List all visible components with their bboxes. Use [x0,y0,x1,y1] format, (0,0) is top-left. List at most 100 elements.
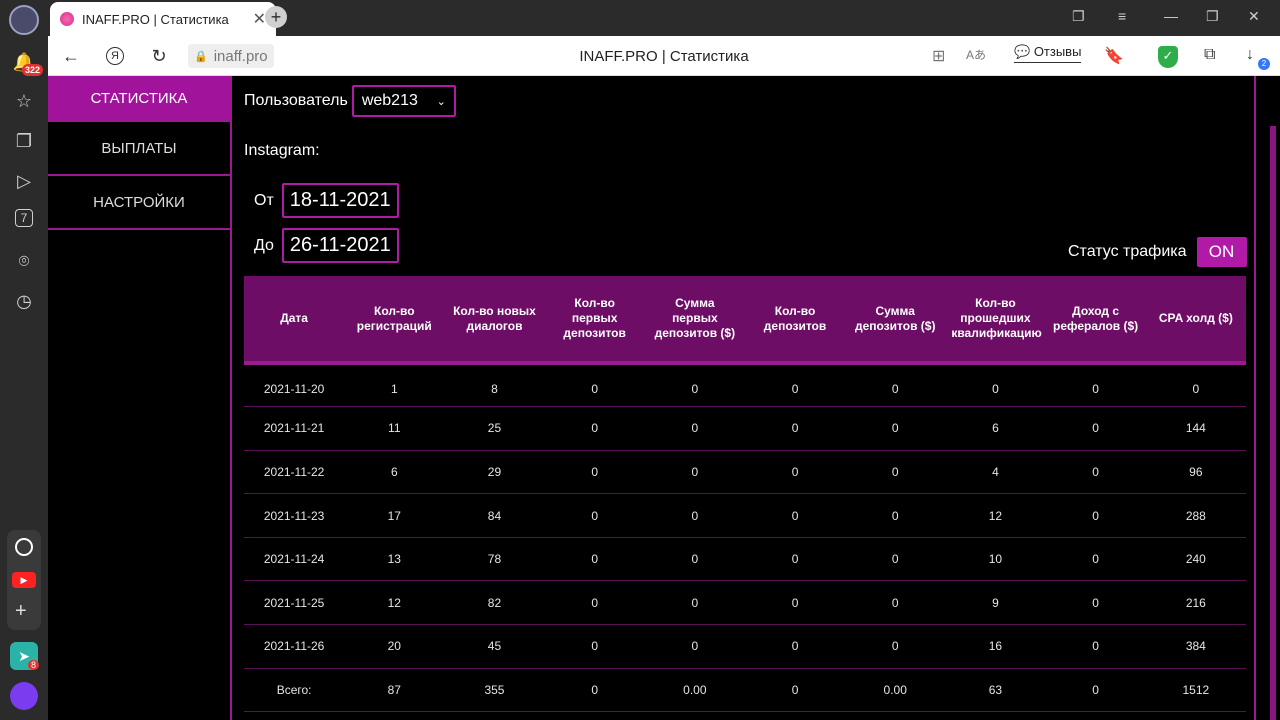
table-cell: Всего: [276,682,312,697]
column-header: Кол-во депозитов [744,276,846,365]
translate-icon[interactable]: ⊞ [932,46,945,66]
table-cell: 0 [591,552,598,567]
column-header: Доход с рефералов ($) [1045,276,1146,365]
table-cell: 0 [691,381,699,396]
table-cell: 12 [387,595,401,610]
profile-avatar[interactable] [9,5,39,35]
table-cell: 0 [891,381,899,396]
tab-title: INAFF.PRO | Статистика [82,11,229,27]
column-header: Сумма депозитов ($) [845,276,946,365]
traffic-status: Статус трафика ON [1068,237,1247,267]
table-cell: 384 [1185,639,1206,654]
reviews-link[interactable]: 💬 Отзывы [1014,44,1082,63]
totals-row: Всего: 87 355 0 0.00 0 0.00 63 0 1512 [244,668,1246,712]
table-cell: 6 [390,464,398,479]
minimize-icon[interactable]: — [1164,8,1178,24]
table-cell: 29 [487,464,502,479]
back-icon[interactable]: ← [60,45,82,67]
address-bar: INAFF.PRO | Статистика ← Я ↻ 🔒 inaff.pro… [48,36,1280,76]
table-cell: 2021-11-22 [263,464,325,479]
table-cell: 0 [1092,508,1099,523]
menu-icon[interactable]: ≡ [1118,8,1126,24]
table-cell: 2021-11-25 [263,595,325,610]
table-cell: 0 [691,464,699,479]
shield-icon[interactable]: ✓ [1158,46,1178,68]
traffic-toggle[interactable]: ON [1196,237,1247,267]
close-icon[interactable]: ✕ [253,9,266,29]
to-date-row: До 26-11-2021 [254,228,399,263]
column-header: CPA холд ($) [1145,276,1246,365]
column-header: Сумма первых депозитов ($) [644,276,745,365]
to-date-input[interactable]: 26-11-2021 [281,228,399,263]
column-header: Кол-во прошедших квалификацию [945,276,1046,365]
menu-item-payouts[interactable]: ВЫПЛАТЫ [48,122,230,176]
table-cell: 45 [487,639,502,654]
download-icon[interactable]: ↓ [1246,46,1254,64]
reviews-label: Отзывы [1033,44,1082,59]
reload-icon[interactable]: ↻ [148,45,170,67]
tabs-icon[interactable]: ❐ [1072,8,1085,25]
table-cell: 6 [992,421,999,436]
screenshot-icon[interactable]: ⌾ [12,249,36,273]
yandex-icon[interactable]: Я [106,47,124,65]
table-row: 2021-11-21 11 25 0 0 0 0 6 0 144 [244,407,1246,451]
table-cell: 0 [891,464,899,479]
table-cell: 0 [1192,381,1200,396]
table-cell: 2021-11-24 [263,552,325,567]
user-label: Пользователь [244,92,348,109]
table-cell: 240 [1185,552,1206,567]
table-row: 2021-11-26 20 45 0 0 0 0 16 0 384 [244,625,1246,669]
chevron-down-icon: ⌄ [436,95,446,108]
table-cell: 2021-11-20 [263,381,325,396]
table-cell: 2021-11-23 [263,508,325,523]
tab-active[interactable]: INAFF.PRO | Статистика ✕ [50,2,276,36]
from-label: От [254,191,274,209]
calendar-icon[interactable]: 7 [15,209,33,227]
from-date-input[interactable]: 18-11-2021 [281,183,399,218]
reader-icon[interactable]: Aあ [966,46,986,63]
table-cell: 0 [1092,682,1099,697]
alice-icon[interactable] [10,682,38,710]
table-cell: 0 [1092,381,1099,396]
table-cell: 0 [1092,464,1099,479]
table-cell: 0 [1092,595,1099,610]
table-cell: 0 [791,508,799,523]
app-icon[interactable] [15,538,33,556]
table-cell: 0 [591,464,598,479]
table-cell: 355 [484,682,505,697]
bookmark-icon[interactable]: 🔖 [1104,46,1124,66]
table-cell: 0 [891,639,899,654]
url-field[interactable]: 🔒 inaff.pro [188,44,274,68]
table-cell: 0 [691,639,699,654]
table-cell: 0 [591,595,598,610]
table-cell: 10 [988,552,1003,567]
section-title: Instagram: [244,142,320,159]
youtube-icon[interactable]: ▶ [12,572,36,588]
scrollbar[interactable] [1270,126,1276,720]
table-cell: 0 [1092,421,1099,436]
play-icon[interactable]: ▷ [12,169,36,193]
table-cell: 1512 [1182,682,1210,697]
add-app-icon[interactable]: + [15,600,27,623]
extensions-icon[interactable]: ⧉ [1204,46,1215,64]
left-menu: СТАТИСТИКА ВЫПЛАТЫ НАСТРОЙКИ [48,76,232,720]
close-window-icon[interactable]: ✕ [1248,8,1260,25]
collections-icon[interactable]: ❐ [12,129,36,153]
table-cell: 0.00 [683,682,707,697]
new-tab-button[interactable]: + [265,6,287,28]
table-header-row: Дата Кол-во регистраций Кол-во новых диа… [244,276,1246,365]
table-cell: 0 [791,595,799,610]
table-cell: 2021-11-21 [263,421,325,436]
table-cell: 84 [487,508,502,523]
star-icon[interactable]: ☆ [12,89,36,113]
user-select[interactable]: web213 ⌄ [351,85,456,117]
table-cell: 0 [691,508,699,523]
menu-item-statistics[interactable]: СТАТИСТИКА [48,76,230,122]
restore-icon[interactable]: ❐ [1206,8,1219,25]
history-icon[interactable]: ◷ [12,289,36,313]
menu-item-settings[interactable]: НАСТРОЙКИ [48,176,230,230]
table-cell: 20 [387,639,401,654]
table-cell: 0 [591,639,598,654]
url-text: inaff.pro [213,47,268,65]
to-label: До [254,236,274,254]
